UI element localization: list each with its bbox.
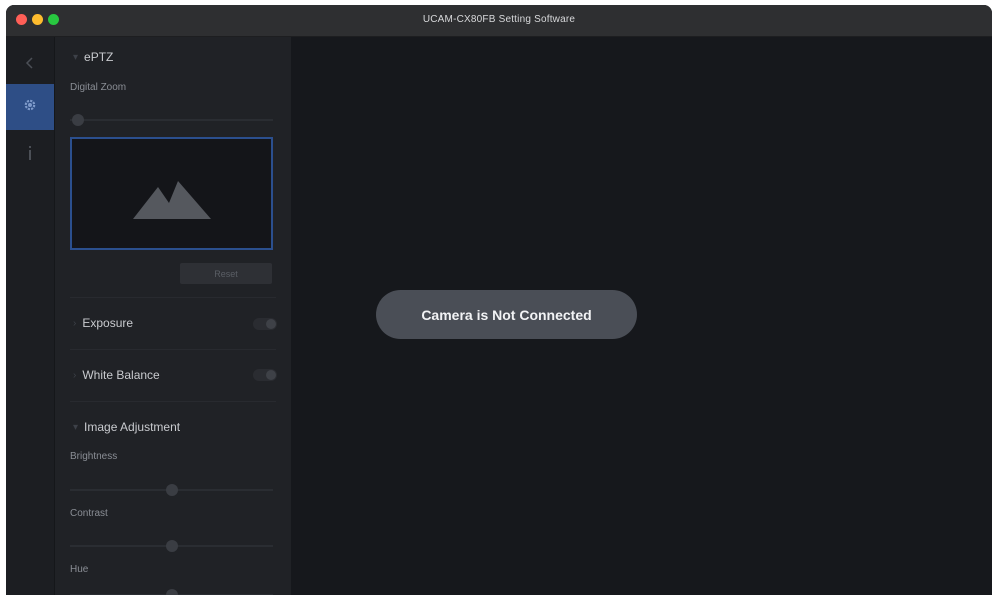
back-button[interactable] xyxy=(6,42,54,88)
divider xyxy=(70,349,276,350)
divider xyxy=(70,297,276,298)
nav-rail xyxy=(6,37,55,595)
slider-thumb[interactable] xyxy=(72,114,85,126)
settings-sidebar: ▾ ePTZ Digital Zoom Reset › Exposure › W… xyxy=(55,37,291,595)
digital-zoom-label: Digital Zoom xyxy=(70,82,127,93)
eptz-section-header[interactable]: ▾ ePTZ xyxy=(73,50,113,64)
reset-button[interactable]: Reset xyxy=(180,263,272,284)
connection-status-toast: Camera is Not Connected xyxy=(376,290,637,339)
divider xyxy=(70,401,276,402)
window-title: UCAM-CX80FB Setting Software xyxy=(422,14,576,25)
mountain-image-icon xyxy=(133,181,211,219)
eptz-preview[interactable] xyxy=(70,137,273,250)
gear-icon xyxy=(23,98,37,117)
brightness-slider[interactable] xyxy=(70,484,273,496)
brightness-label: Brightness xyxy=(70,451,118,462)
image-adjustment-section-header[interactable]: ▾ Image Adjustment xyxy=(73,420,180,434)
exposure-heading: Exposure xyxy=(82,316,134,330)
exposure-section-header[interactable]: › Exposure xyxy=(73,316,133,330)
settings-nav-button[interactable] xyxy=(6,84,54,130)
slider-track xyxy=(70,119,273,121)
app-window: UCAM-CX80FB Setting Software ▾ ePTZ Digi… xyxy=(6,5,992,595)
slider-thumb[interactable] xyxy=(165,589,178,595)
hue-label: Hue xyxy=(70,564,89,575)
chevron-right-icon: › xyxy=(73,369,77,381)
camera-view: Camera is Not Connected xyxy=(291,37,992,595)
info-icon xyxy=(27,145,33,166)
contrast-slider[interactable] xyxy=(70,540,273,552)
info-nav-button[interactable] xyxy=(6,132,54,178)
white-balance-toggle[interactable] xyxy=(253,369,277,381)
chevron-left-icon xyxy=(25,56,35,75)
exposure-toggle[interactable] xyxy=(253,318,277,330)
slider-thumb[interactable] xyxy=(165,540,178,552)
toggle-knob xyxy=(266,370,276,380)
image-adjustment-heading: Image Adjustment xyxy=(84,420,181,434)
chevron-down-icon: ▾ xyxy=(73,51,79,63)
title-bar: UCAM-CX80FB Setting Software xyxy=(6,5,992,37)
contrast-label: Contrast xyxy=(70,508,108,519)
digital-zoom-slider[interactable] xyxy=(70,114,273,126)
slider-thumb[interactable] xyxy=(165,484,178,496)
toggle-knob xyxy=(266,319,276,329)
eptz-heading: ePTZ xyxy=(84,50,114,64)
chevron-right-icon: › xyxy=(73,317,77,329)
white-balance-heading: White Balance xyxy=(82,368,160,382)
white-balance-section-header[interactable]: › White Balance xyxy=(73,368,160,382)
chevron-down-icon: ▾ xyxy=(73,421,79,433)
hue-slider[interactable] xyxy=(70,589,273,595)
